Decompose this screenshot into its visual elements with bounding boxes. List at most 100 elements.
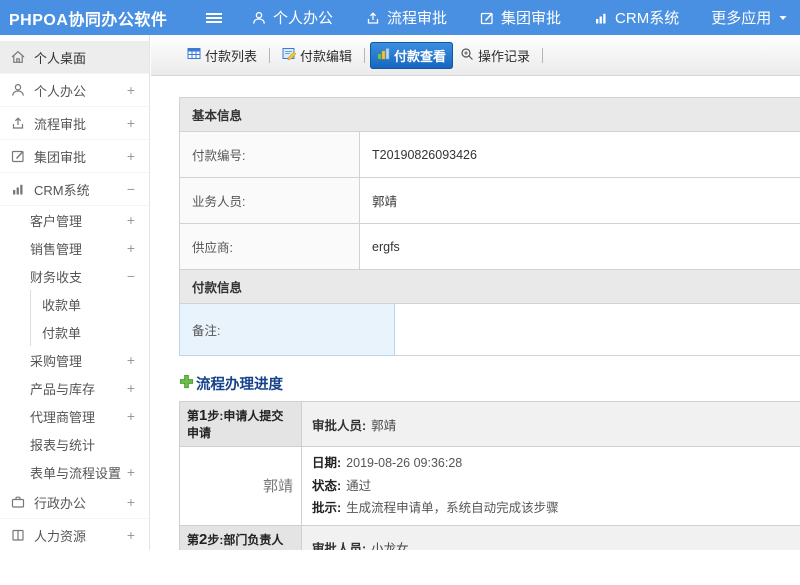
home-icon	[10, 49, 26, 65]
sidebar-item-label: CRM系统	[34, 180, 90, 199]
table-row: 付款编号: T20190826093426	[180, 132, 800, 178]
view-chart-icon	[377, 47, 390, 63]
tab-payment-view[interactable]: 付款查看	[370, 42, 453, 69]
chart-icon	[593, 10, 609, 26]
tab-payment-edit[interactable]: 付款编辑	[275, 42, 359, 69]
expand-toggle[interactable]: +	[127, 82, 135, 98]
sidebar-item-admin-office[interactable]: 行政办公 +	[0, 486, 149, 519]
sidebar-item-purchase-mgmt[interactable]: 采购管理 +	[0, 346, 149, 374]
sidebar-item-label: 行政办公	[34, 493, 86, 512]
edit-icon	[479, 10, 495, 26]
tab-separator	[542, 48, 543, 63]
expand-toggle[interactable]: +	[127, 464, 135, 480]
payment-view-content: 基本信息 付款编号: T20190826093426 业务人员: 郭靖 供应商:…	[151, 76, 800, 550]
tab-payment-list[interactable]: 付款列表	[180, 42, 264, 69]
sidebar-item-label: 收款单	[42, 295, 81, 314]
topnav-personal-office[interactable]: 个人办公	[251, 7, 333, 28]
table-row: 备注:	[180, 304, 800, 356]
expand-toggle[interactable]: +	[127, 380, 135, 396]
expand-toggle[interactable]: +	[127, 494, 135, 510]
tab-label: 付款查看	[394, 46, 446, 65]
sidebar-item-payment-order[interactable]: 付款单	[30, 318, 149, 346]
step-detail-row: 郭靖 日期:2019-08-26 09:36:28 状态:通过 批示:生成流程申…	[180, 447, 800, 526]
briefcase-icon	[10, 494, 26, 510]
workflow-icon	[10, 115, 26, 131]
sidebar-item-label: 代理商管理	[30, 407, 95, 426]
sidebar-item-reports-stats[interactable]: 报表与统计	[0, 430, 149, 458]
sidebar-item-personal-desktop[interactable]: 个人桌面	[0, 41, 149, 74]
app-logo: PHPOA协同办公软件	[0, 6, 205, 30]
expand-toggle[interactable]: +	[127, 212, 135, 228]
sidebar-item-label: 表单与流程设置	[30, 463, 121, 482]
sidebar-item-label: 个人桌面	[34, 48, 86, 67]
topnav-crm-system[interactable]: CRM系统	[593, 7, 679, 28]
section-title: 基本信息	[180, 98, 800, 132]
topnav-workflow-approval[interactable]: 流程审批	[365, 7, 447, 28]
approver-name: 小龙女	[371, 542, 409, 550]
sidebar-item-personal-office[interactable]: 个人办公 +	[0, 74, 149, 107]
tab-separator	[364, 48, 365, 63]
sidebar-item-label: 采购管理	[30, 351, 82, 370]
sidebar-item-agent-mgmt[interactable]: 代理商管理 +	[0, 402, 149, 430]
payment-info-table: 付款信息 备注:	[179, 269, 800, 356]
tab-label: 付款列表	[205, 46, 257, 65]
expand-toggle[interactable]: +	[127, 115, 135, 131]
expand-toggle[interactable]: +	[127, 352, 135, 368]
top-nav: 个人办公 流程审批 集团审批 CRM系统 更多应用	[251, 7, 789, 28]
tab-label: 付款编辑	[300, 46, 352, 65]
approver-signature: 郭靖	[180, 447, 302, 526]
sidebar-item-finance-io[interactable]: 财务收支 −	[0, 262, 149, 290]
field-value-supplier: ergfs	[360, 224, 800, 270]
topnav-label: 个人办公	[273, 7, 333, 28]
sidebar-item-group-approval[interactable]: 集团审批 +	[0, 140, 149, 173]
step-detail: 日期:2019-08-26 09:36:28 状态:通过 批示:生成流程申请单，…	[302, 447, 800, 526]
topnav-label: 更多应用	[711, 7, 771, 28]
basic-info-table: 基本信息 付款编号: T20190826093426 业务人员: 郭靖 供应商:…	[179, 97, 800, 270]
field-label-remark: 备注:	[180, 304, 395, 356]
topnav-group-approval[interactable]: 集团审批	[479, 7, 561, 28]
user-icon	[251, 10, 267, 26]
sidebar-item-crm-system[interactable]: CRM系统 −	[0, 173, 149, 206]
caret-down-icon	[777, 12, 789, 24]
section-header-basic-info: 基本信息	[180, 98, 800, 132]
sidebar-item-label: 财务收支	[30, 267, 82, 286]
sidebar-item-label: 产品与库存	[30, 379, 95, 398]
progress-section-title: 流程办理进度	[179, 373, 800, 394]
field-value-payment-no: T20190826093426	[360, 132, 800, 178]
sidebar-item-product-inventory[interactable]: 产品与库存 +	[0, 374, 149, 402]
sidebar-item-sales-mgmt[interactable]: 销售管理 +	[0, 234, 149, 262]
sidebar-item-label: 人力资源	[34, 526, 86, 545]
tab-operation-log[interactable]: 操作记录	[453, 42, 537, 69]
expand-toggle[interactable]: +	[127, 527, 135, 543]
sidebar-item-form-workflow-settings[interactable]: 表单与流程设置 +	[0, 458, 149, 486]
step-header-row: 第1步:申请人提交申请 审批人员:郭靖	[180, 402, 800, 447]
step-approver: 审批人员:郭靖	[302, 402, 800, 447]
sidebar-item-human-resources[interactable]: 人力资源 +	[0, 519, 149, 550]
topnav-label: CRM系统	[615, 7, 679, 28]
sidebar-item-receipt-order[interactable]: 收款单	[30, 290, 149, 318]
zoom-icon	[460, 47, 474, 64]
sidebar-item-label: 流程审批	[34, 114, 86, 133]
approver-label: 审批人员:	[312, 542, 366, 550]
field-value-remark	[395, 304, 800, 356]
sidebar-item-label: 集团审批	[34, 147, 86, 166]
sidebar-item-workflow-approval[interactable]: 流程审批 +	[0, 107, 149, 140]
expand-toggle[interactable]: +	[127, 408, 135, 424]
topnav-label: 流程审批	[387, 7, 447, 28]
chart-icon	[10, 181, 26, 197]
table-row: 业务人员: 郭靖	[180, 178, 800, 224]
topnav-more-apps[interactable]: 更多应用	[711, 7, 789, 28]
expand-toggle[interactable]: +	[127, 240, 135, 256]
sidebar-item-label: 客户管理	[30, 211, 82, 230]
sidebar-item-customer-mgmt[interactable]: 客户管理 +	[0, 206, 149, 234]
tab-toolbar: 付款列表 付款编辑 付款查看 操作记录	[151, 35, 800, 76]
step-header-row: 第2步:部门负责人审批 审批人员:小龙女	[180, 525, 800, 550]
collapse-toggle[interactable]: −	[127, 181, 135, 197]
user-icon	[10, 82, 26, 98]
collapse-toggle[interactable]: −	[127, 268, 135, 284]
book-icon	[10, 527, 26, 543]
section-header-payment-info: 付款信息	[180, 270, 800, 304]
hamburger-menu-icon[interactable]	[205, 10, 223, 26]
expand-toggle[interactable]: +	[127, 148, 135, 164]
app-header: PHPOA协同办公软件 个人办公 流程审批 集团审批 CRM系统 更多应用	[0, 0, 800, 35]
